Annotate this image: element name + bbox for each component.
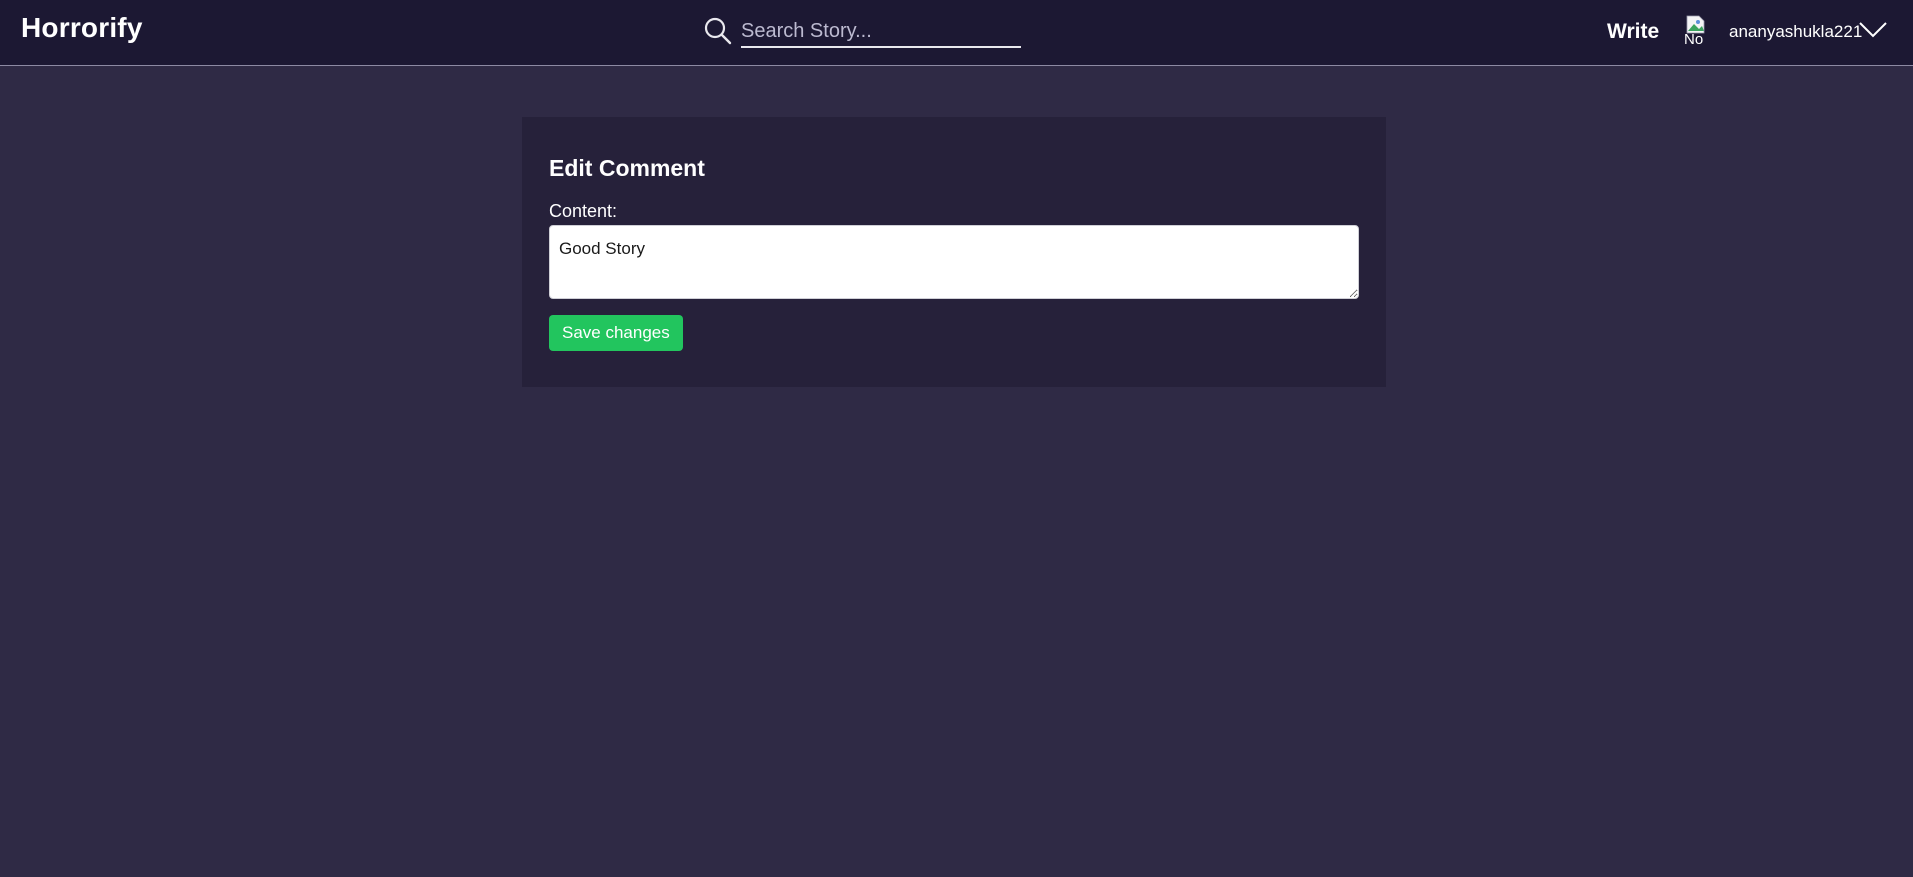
brand-logo[interactable]: Horrorify <box>21 12 143 44</box>
search-input[interactable] <box>741 16 1021 48</box>
write-link[interactable]: Write <box>1607 20 1659 44</box>
username-label[interactable]: ananyashukla221 <box>1729 22 1862 42</box>
chevron-down-icon[interactable] <box>1858 19 1888 41</box>
save-changes-button[interactable]: Save changes <box>549 315 683 351</box>
top-navbar: Horrorify Write No ananyashukla221 <box>0 0 1913 66</box>
content-textarea[interactable]: Good Story <box>549 225 1359 299</box>
search-icon[interactable] <box>703 16 733 46</box>
avatar-alt-text: No <box>1684 31 1704 48</box>
content-label: Content: <box>549 201 618 221</box>
avatar[interactable]: No <box>1684 14 1710 48</box>
edit-comment-card: Edit Comment Content: Good Story Save ch… <box>522 117 1386 387</box>
search-bar <box>703 14 1023 52</box>
page-title: Edit Comment <box>549 155 705 181</box>
